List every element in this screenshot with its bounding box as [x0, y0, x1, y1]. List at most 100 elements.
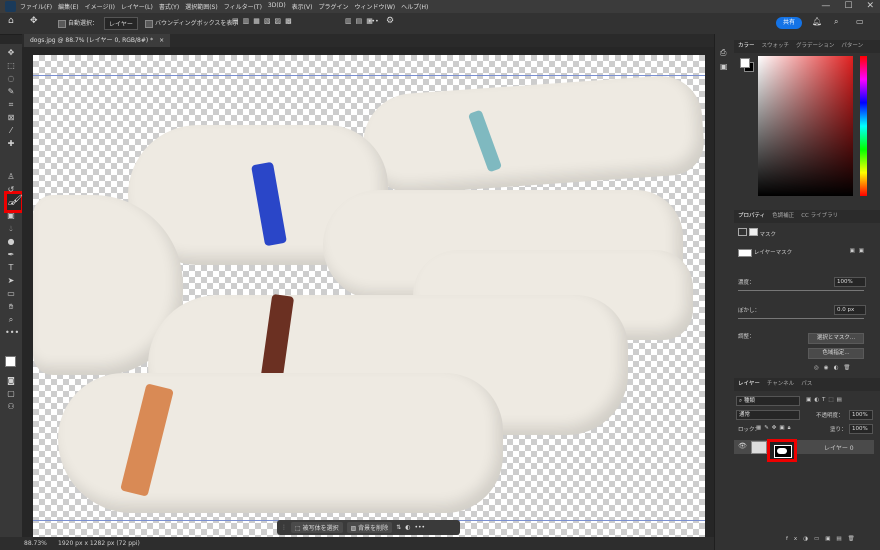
comments-panel-icon[interactable]: ▣ — [720, 62, 728, 71]
close-button[interactable]: ✕ — [866, 1, 874, 11]
lasso-tool-icon[interactable]: ◌ — [5, 74, 17, 84]
feather-slider[interactable] — [738, 318, 864, 319]
select-subject-button[interactable]: ⬚ 被写体を選択 — [291, 522, 343, 533]
zoom-level[interactable]: 88.73% — [24, 540, 47, 547]
tab-color[interactable]: カラー — [738, 40, 755, 53]
color-picker-field[interactable] — [758, 56, 853, 196]
type-tool-icon[interactable]: T — [5, 263, 17, 273]
quick-select-tool-icon[interactable]: ✎ — [5, 87, 17, 97]
more-tools-icon[interactable]: ••• — [5, 328, 19, 338]
hand-tool-icon[interactable]: ✋︎ — [5, 302, 17, 312]
crop-tool-icon[interactable]: ⌗ — [5, 100, 17, 110]
hue-slider[interactable] — [860, 56, 867, 196]
dodge-tool-icon[interactable]: ● — [5, 237, 17, 247]
layers-footer-icons[interactable]: fx◑▭▣▤🗑︎ — [786, 536, 861, 542]
maximize-button[interactable]: ☐ — [844, 1, 852, 11]
opacity-field[interactable]: 100% — [849, 410, 873, 420]
history-brush-tool-icon[interactable]: ↺ — [5, 185, 17, 195]
menu-filter[interactable]: フィルター(T) — [224, 2, 262, 11]
menu-window[interactable]: ウィンドウ(W) — [354, 2, 395, 11]
layer-row[interactable]: 👁︎ レイヤー 0 — [734, 440, 874, 454]
tab-patterns[interactable]: パターン — [841, 40, 863, 53]
tab-paths[interactable]: パス — [801, 378, 812, 391]
bounding-box-checkbox[interactable]: バウンディングボックスを表示 — [145, 18, 238, 28]
zoom-tool-icon[interactable]: ⌕ — [5, 315, 17, 325]
workspace-icon[interactable]: ▭ — [856, 17, 864, 26]
minimize-button[interactable]: — — [821, 1, 830, 11]
more-options-button[interactable]: ••• — [368, 18, 379, 25]
quick-mask-icon[interactable]: ◙ — [5, 376, 17, 386]
menu-view[interactable]: 表示(V) — [292, 2, 313, 11]
tab-swatches[interactable]: スウォッチ — [762, 40, 790, 53]
extras-icon[interactable]: ⚇ — [5, 402, 17, 412]
clone-stamp-tool-icon[interactable]: ♙ — [5, 172, 17, 182]
bell-icon[interactable]: 🔔︎ — [812, 17, 822, 26]
layer-name[interactable]: レイヤー 0 — [824, 443, 854, 452]
half-circle-icon[interactable]: ◐ — [405, 524, 410, 531]
feather-field[interactable]: 0.0 px — [834, 305, 866, 315]
menu-3d[interactable]: 3D(D) — [268, 2, 286, 11]
mask-action-icons[interactable]: ▣▣ — [850, 248, 868, 254]
pen-tool-icon[interactable]: ✒ — [5, 250, 17, 260]
screen-mode-icon[interactable]: ▢ — [5, 389, 17, 399]
tab-adjustments[interactable]: 色調補正 — [772, 210, 794, 223]
marquee-tool-icon[interactable]: ⬚ — [5, 61, 17, 71]
frame-tool-icon[interactable]: ⊠ — [5, 113, 17, 123]
tab-cc-libraries[interactable]: CC ライブラリ — [801, 210, 838, 223]
tab-gradients[interactable]: グラデーション — [796, 40, 834, 53]
color-range-button[interactable]: 色域指定... — [808, 348, 864, 359]
select-mask-button[interactable]: 選択とマスク... — [808, 333, 864, 344]
healing-brush-tool-icon[interactable]: ✚ — [5, 139, 17, 149]
remove-background-button[interactable]: ▨ 背景を削除 — [346, 522, 393, 533]
foreground-color-swatch[interactable] — [740, 58, 750, 68]
vector-mask-icon[interactable] — [748, 228, 758, 236]
document-canvas[interactable] — [33, 55, 705, 539]
menu-layer[interactable]: レイヤー(L) — [121, 2, 153, 11]
eyedropper-tool-icon[interactable]: ⁄ — [5, 126, 17, 136]
menu-type[interactable]: 書式(Y) — [159, 2, 179, 11]
visibility-eye-icon[interactable]: 👁︎ — [738, 442, 747, 450]
layer-filter-dropdown[interactable]: ⌕ 種類 — [736, 396, 800, 406]
menu-select[interactable]: 選択範囲(S) — [185, 2, 218, 11]
layer-mask-thumbnail-highlight[interactable] — [767, 439, 797, 462]
lock-icons[interactable]: ▦✎✥▣🔒︎ — [756, 425, 794, 432]
tab-layers[interactable]: レイヤー — [738, 378, 760, 391]
menu-plugins[interactable]: プラグイン — [318, 2, 348, 11]
pixel-mask-icon[interactable] — [738, 228, 747, 236]
rectangle-tool-icon[interactable]: ▭ — [5, 289, 17, 299]
align-icons[interactable]: ▤▥▦▧▨▩ — [232, 17, 296, 25]
adjust-icon[interactable]: ⇅ — [396, 524, 401, 531]
gradient-tool-icon[interactable]: ▣ — [5, 211, 17, 221]
menu-help[interactable]: ヘルプ(H) — [401, 2, 428, 11]
search-icon[interactable]: ⌕ — [834, 17, 838, 27]
fill-field[interactable]: 100% — [849, 424, 873, 434]
eraser-tool-icon[interactable]: ▱ — [5, 198, 17, 208]
foreground-color-swatch[interactable] — [5, 356, 16, 367]
tab-channels[interactable]: チャンネル — [767, 378, 794, 391]
blend-mode-dropdown[interactable]: 通常 — [736, 410, 800, 420]
path-select-tool-icon[interactable]: ➤ — [5, 276, 17, 286]
menu-edit[interactable]: 編集(E) — [58, 2, 78, 11]
menu-image[interactable]: イメージ(I) — [85, 2, 115, 11]
auto-select-checkbox[interactable]: 自動選択： — [58, 18, 98, 28]
layer-filter-icons[interactable]: ▣◐T⬚▤ — [806, 397, 845, 403]
drag-handle-icon[interactable]: ⋮ — [281, 524, 287, 531]
fx-icon[interactable]: fx — [786, 536, 803, 542]
density-slider[interactable] — [738, 290, 864, 291]
home-icon[interactable]: ⌂ — [8, 16, 14, 26]
move-tool-icon[interactable]: ✥ — [5, 48, 17, 58]
document-info[interactable]: 1920 px x 1282 px (72 ppi) — [58, 540, 140, 547]
tab-properties[interactable]: プロパティ — [738, 210, 765, 223]
document-tab[interactable]: dogs.jpg @ 88.7% (レイヤー 0, RGB/8#) * × — [24, 34, 171, 47]
blur-tool-icon[interactable]: 💧︎ — [5, 224, 17, 234]
menu-file[interactable]: ファイル(F) — [20, 2, 52, 11]
density-field[interactable]: 100% — [834, 277, 866, 287]
mask-footer-icons[interactable]: ◎◉◐🗑︎ — [814, 365, 855, 371]
auto-select-target-dropdown[interactable]: レイヤー — [104, 17, 138, 30]
gear-icon[interactable]: ⚙ — [386, 16, 394, 26]
move-tool-icon[interactable]: ✥ — [30, 16, 38, 26]
history-panel-icon[interactable]: ⎙ — [720, 48, 726, 58]
tab-close-icon[interactable]: × — [159, 37, 164, 44]
context-more-button[interactable]: ••• — [414, 524, 425, 531]
share-button[interactable]: 共有 — [776, 17, 802, 29]
